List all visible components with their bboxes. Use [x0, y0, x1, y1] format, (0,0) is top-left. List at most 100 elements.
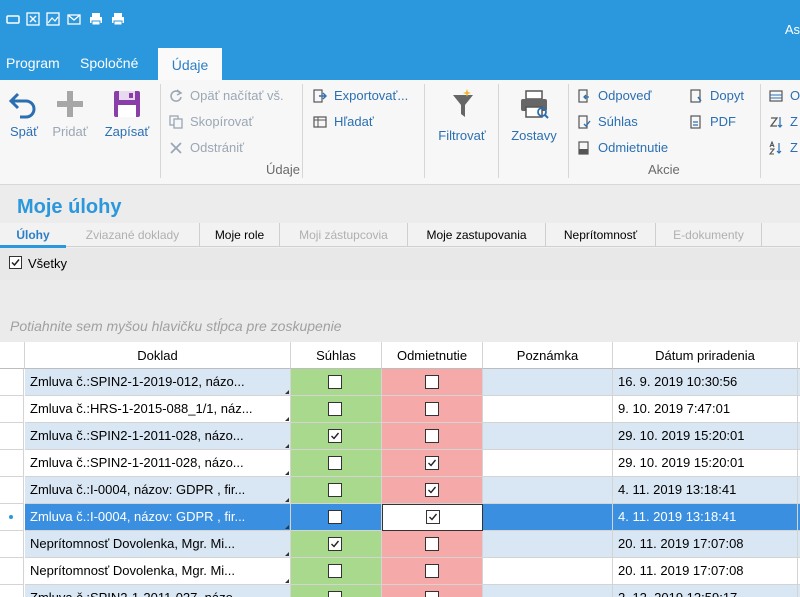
doklad-cell[interactable]: Zmluva č.:I-0004, názov: GDPR , fir...	[25, 504, 291, 531]
tab-moji-zastupcovia[interactable]: Moji zástupcovia	[280, 223, 408, 247]
datum-cell[interactable]: 20. 11. 2019 17:07:08	[613, 558, 798, 585]
table-row[interactable]: Neprítomnosť Dovolenka, Mgr. Mi... 20. 11…	[0, 531, 800, 558]
poznamka-cell[interactable]	[483, 504, 613, 531]
poznamka-cell[interactable]	[483, 558, 613, 585]
doklad-cell[interactable]: Zmluva č.:HRS-1-2015-088_1/1, náz...	[25, 396, 291, 423]
datum-cell[interactable]: 29. 10. 2019 15:20:01	[613, 423, 798, 450]
row-indicator[interactable]	[0, 558, 24, 585]
copy-button[interactable]: Skopírovať	[168, 112, 253, 132]
poznamka-cell[interactable]	[483, 477, 613, 504]
tab-e-dokumenty[interactable]: E-dokumenty	[656, 223, 762, 247]
export-button[interactable]: Exportovať...	[312, 86, 408, 106]
datum-cell[interactable]: 2. 12. 2019 12:59:17	[613, 585, 798, 597]
odmietnutie-checkbox[interactable]	[426, 510, 440, 524]
right-button-3[interactable]: Z	[768, 138, 798, 158]
right-button-2[interactable]: Z	[768, 112, 798, 132]
print-preview-icon[interactable]	[111, 12, 125, 26]
doklad-cell[interactable]: Neprítomnosť Dovolenka, Mgr. Mi...	[25, 531, 291, 558]
column-header-suhlas[interactable]: Súhlas	[291, 342, 382, 369]
suhlas-checkbox[interactable]	[328, 483, 342, 497]
table-row[interactable]: Zmluva č.:I-0004, názov: GDPR , fir... 4.…	[0, 477, 800, 504]
all-checkbox[interactable]	[9, 256, 22, 269]
doklad-cell[interactable]: Zmluva č.:SPIN2-1-2011-028, názo...	[25, 450, 291, 477]
tab-nepritomnost[interactable]: Neprítomnosť	[546, 223, 656, 247]
poznamka-cell[interactable]	[483, 396, 613, 423]
suhlas-checkbox[interactable]	[328, 537, 342, 551]
add-button[interactable]: Pridať	[48, 86, 92, 139]
tab-moje-role[interactable]: Moje role	[200, 223, 280, 247]
suhlas-checkbox[interactable]	[328, 591, 342, 597]
datum-cell[interactable]: 20. 11. 2019 17:07:08	[613, 531, 798, 558]
odmietnutie-checkbox[interactable]	[425, 537, 439, 551]
odmietnutie-checkbox[interactable]	[425, 402, 439, 416]
suhlas-checkbox[interactable]	[328, 510, 342, 524]
suhlas-checkbox[interactable]	[328, 429, 342, 443]
row-indicator[interactable]	[0, 423, 24, 450]
datum-cell[interactable]: 16. 9. 2019 10:30:56	[613, 369, 798, 396]
odmietnutie-checkbox[interactable]	[425, 483, 439, 497]
right-button-1[interactable]: O	[768, 86, 800, 106]
column-header-odmietnutie[interactable]: Odmietnutie	[382, 342, 483, 369]
reload-all-button[interactable]: Opäť načítať vš.	[168, 86, 284, 106]
approve-button[interactable]: Súhlas	[576, 112, 638, 132]
odmietnutie-checkbox[interactable]	[425, 375, 439, 389]
table-row[interactable]: Zmluva č.:SPIN2-1-2019-012, názo... 16. 9…	[0, 369, 800, 396]
column-header-poznamka[interactable]: Poznámka	[483, 342, 613, 369]
poznamka-cell[interactable]	[483, 369, 613, 396]
excel-icon[interactable]	[26, 12, 40, 26]
table-row[interactable]: Neprítomnosť Dovolenka, Mgr. Mi... 20. 11…	[0, 558, 800, 585]
table-row[interactable]: Zmluva č.:I-0004, názov: GDPR , fir... 4.…	[0, 504, 800, 531]
reply-button[interactable]: Odpoveď	[576, 86, 652, 106]
row-indicator[interactable]	[0, 450, 24, 477]
poznamka-cell[interactable]	[483, 450, 613, 477]
tab-moje-zastupovania[interactable]: Moje zastupovania	[408, 223, 546, 247]
column-header-datum[interactable]: Dátum priradenia	[613, 342, 798, 369]
datum-cell[interactable]: 4. 11. 2019 13:18:41	[613, 477, 798, 504]
odmietnutie-checkbox[interactable]	[425, 564, 439, 578]
row-indicator[interactable]	[0, 531, 24, 558]
datum-cell[interactable]: 29. 10. 2019 15:20:01	[613, 450, 798, 477]
row-indicator[interactable]	[0, 396, 24, 423]
pdf-button[interactable]: PDF	[688, 112, 736, 132]
suhlas-checkbox[interactable]	[328, 564, 342, 578]
suhlas-checkbox[interactable]	[328, 375, 342, 389]
tab-ulohy[interactable]: Úlohy	[0, 223, 66, 248]
doklad-cell[interactable]: Zmluva č.:SPIN2-1-2011-027, názo...	[25, 585, 291, 597]
row-indicator[interactable]	[0, 477, 24, 504]
search-button[interactable]: Hľadať	[312, 112, 374, 132]
doklad-cell[interactable]: Zmluva č.:I-0004, názov: GDPR , fir...	[25, 477, 291, 504]
row-indicator[interactable]	[0, 504, 24, 531]
delete-button[interactable]: Odstrániť	[168, 138, 244, 158]
poznamka-cell[interactable]	[483, 531, 613, 558]
datum-cell[interactable]: 9. 10. 2019 7:47:01	[613, 396, 798, 423]
poznamka-cell[interactable]	[483, 423, 613, 450]
table-row[interactable]: Zmluva č.:SPIN2-1-2011-028, názo... 29. 1…	[0, 423, 800, 450]
save-button[interactable]: Zapísať	[100, 86, 154, 139]
reports-button[interactable]: Zostavy	[506, 86, 562, 143]
odmietnutie-checkbox[interactable]	[425, 429, 439, 443]
print-icon[interactable]	[89, 12, 103, 26]
tab-spolocne[interactable]: Spoločné	[74, 46, 144, 80]
table-row[interactable]: Zmluva č.:SPIN2-1-2011-028, názo... 29. 1…	[0, 450, 800, 477]
image-icon[interactable]	[46, 12, 60, 26]
tab-zviazane-doklady[interactable]: Zviazané doklady	[66, 223, 200, 247]
table-row[interactable]: Zmluva č.:HRS-1-2015-088_1/1, náz... 9. 1…	[0, 396, 800, 423]
suhlas-checkbox[interactable]	[328, 402, 342, 416]
suhlas-checkbox[interactable]	[328, 456, 342, 470]
doklad-cell[interactable]: Zmluva č.:SPIN2-1-2019-012, názo...	[25, 369, 291, 396]
odmietnutie-checkbox[interactable]	[425, 456, 439, 470]
window-icon[interactable]	[6, 12, 20, 26]
column-header-doklad[interactable]: Doklad	[25, 342, 291, 369]
doklad-cell[interactable]: Neprítomnosť Dovolenka, Mgr. Mi...	[25, 558, 291, 585]
row-indicator[interactable]	[0, 369, 24, 396]
back-button[interactable]: Späť	[6, 86, 42, 139]
doklad-cell[interactable]: Zmluva č.:SPIN2-1-2011-028, názo...	[25, 423, 291, 450]
odmietnutie-checkbox[interactable]	[425, 591, 439, 597]
poznamka-cell[interactable]	[483, 585, 613, 597]
query-button[interactable]: Dopyt	[688, 86, 744, 106]
tab-udaje[interactable]: Údaje	[158, 46, 222, 80]
table-row[interactable]: Zmluva č.:SPIN2-1-2011-027, názo... 2. 12…	[0, 585, 800, 597]
tab-program[interactable]: Program	[0, 46, 66, 80]
row-indicator[interactable]	[0, 585, 24, 597]
reject-button[interactable]: Odmietnutie	[576, 138, 668, 158]
